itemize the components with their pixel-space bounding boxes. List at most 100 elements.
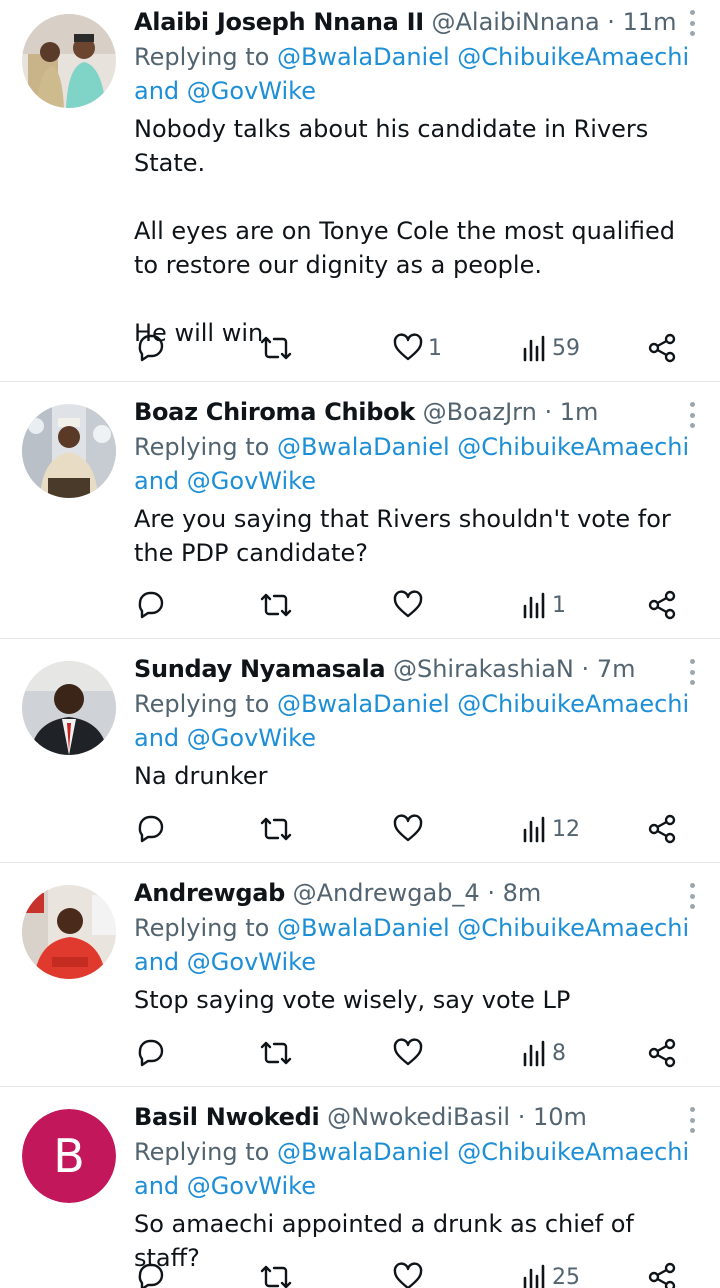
share-button[interactable] — [646, 328, 678, 368]
share-button[interactable] — [646, 1033, 678, 1073]
mention-link[interactable]: @ChibuikeAmaechi — [457, 690, 689, 718]
share-button[interactable] — [646, 809, 678, 849]
separator-dot: · — [581, 655, 590, 683]
retweet-button[interactable] — [258, 328, 294, 368]
reply-header: Andrewgab @Andrewgab_4 · 8m — [134, 877, 541, 909]
comment-icon — [138, 334, 164, 362]
avatar[interactable] — [22, 14, 116, 108]
replying-to: Replying to @BwalaDaniel @ChibuikeAmaech… — [134, 430, 689, 498]
timestamp[interactable]: 8m — [503, 879, 542, 907]
replying-to-label: Replying to — [134, 914, 270, 942]
timestamp[interactable]: 7m — [597, 655, 636, 683]
heart-icon — [393, 590, 423, 618]
mention-link[interactable]: @GovWike — [187, 724, 316, 752]
avatar[interactable] — [22, 404, 116, 498]
user-handle[interactable]: @ShirakashiaN — [393, 655, 574, 683]
more-options-icon[interactable] — [682, 1107, 702, 1133]
mention-link[interactable]: @ChibuikeAmaechi — [457, 914, 689, 942]
more-options-icon[interactable] — [682, 883, 702, 909]
avatar[interactable] — [22, 661, 116, 755]
more-options-icon[interactable] — [682, 659, 702, 685]
timestamp[interactable]: 11m — [623, 8, 677, 36]
and-label: and — [134, 1172, 180, 1200]
comment-icon — [138, 815, 164, 843]
view-count: 12 — [552, 816, 580, 842]
heart-icon — [393, 333, 423, 361]
like-button[interactable] — [392, 809, 428, 849]
like-button[interactable] — [392, 1257, 428, 1288]
retweet-button[interactable] — [258, 585, 294, 625]
mention-link[interactable]: @BwalaDaniel — [277, 914, 450, 942]
display-name[interactable]: Boaz Chiroma Chibok — [134, 398, 415, 426]
user-handle[interactable]: @NwokediBasil — [327, 1103, 510, 1131]
and-label: and — [134, 77, 180, 105]
reply-button[interactable] — [134, 809, 166, 849]
reply-item[interactable]: B Basil Nwokedi @NwokediBasil · 10m Repl… — [0, 1087, 720, 1288]
display-name[interactable]: Andrewgab — [134, 879, 285, 907]
views-button[interactable]: 25 — [522, 1257, 580, 1288]
views-button[interactable]: 1 — [522, 585, 566, 625]
mention-link[interactable]: @GovWike — [187, 948, 316, 976]
reply-paragraph: Na drunker — [134, 762, 268, 790]
timestamp[interactable]: 1m — [560, 398, 599, 426]
share-icon — [648, 333, 676, 363]
like-button[interactable] — [392, 585, 428, 625]
mention-link[interactable]: @GovWike — [187, 467, 316, 495]
like-button[interactable] — [392, 1033, 428, 1073]
and-label: and — [134, 948, 180, 976]
avatar-letter: B — [22, 1109, 116, 1203]
timestamp[interactable]: 10m — [533, 1103, 587, 1131]
view-count: 1 — [552, 592, 566, 618]
reply-header: Sunday Nyamasala @ShirakashiaN · 7m — [134, 653, 635, 685]
reply-header: Basil Nwokedi @NwokediBasil · 10m — [134, 1101, 587, 1133]
mention-link[interactable]: @BwalaDaniel — [277, 43, 450, 71]
views-button[interactable]: 12 — [522, 809, 580, 849]
view-count: 25 — [552, 1264, 580, 1288]
reply-button[interactable] — [134, 585, 166, 625]
reply-text: Stop saying vote wisely, say vote LP — [134, 983, 570, 1017]
more-options-icon[interactable] — [682, 10, 702, 36]
share-icon — [648, 590, 676, 620]
mention-link[interactable]: @ChibuikeAmaechi — [457, 433, 689, 461]
separator-dot: · — [544, 398, 553, 426]
views-button[interactable]: 8 — [522, 1033, 566, 1073]
mention-link[interactable]: @ChibuikeAmaechi — [457, 43, 689, 71]
reply-paragraph: Stop saying vote wisely, say vote LP — [134, 986, 571, 1014]
mention-link[interactable]: @GovWike — [187, 77, 316, 105]
and-label: and — [134, 467, 180, 495]
reply-item[interactable]: Sunday Nyamasala @ShirakashiaN · 7m Repl… — [0, 639, 720, 863]
reply-button[interactable] — [134, 1033, 166, 1073]
views-button[interactable]: 59 — [522, 328, 580, 368]
avatar[interactable]: B — [22, 1109, 116, 1203]
user-handle[interactable]: @Andrewgab_4 — [293, 879, 480, 907]
reply-paragraph: Are you saying that Rivers shouldn't vot… — [134, 505, 671, 567]
retweet-button[interactable] — [258, 1257, 294, 1288]
share-button[interactable] — [646, 585, 678, 625]
replying-to-label: Replying to — [134, 1138, 270, 1166]
reply-item[interactable]: Andrewgab @Andrewgab_4 · 8m Replying to … — [0, 863, 720, 1087]
share-button[interactable] — [646, 1257, 678, 1288]
like-button[interactable]: 1 — [392, 328, 442, 368]
reply-item[interactable]: Alaibi Joseph Nnana II @AlaibiNnana · 11… — [0, 0, 720, 382]
reply-item[interactable]: Boaz Chiroma Chibok @BoazJrn · 1m Replyi… — [0, 382, 720, 639]
more-options-icon[interactable] — [682, 402, 702, 428]
mention-link[interactable]: @BwalaDaniel — [277, 433, 450, 461]
mention-link[interactable]: @BwalaDaniel — [277, 690, 450, 718]
mention-link[interactable]: @ChibuikeAmaechi — [457, 1138, 689, 1166]
mention-link[interactable]: @GovWike — [187, 1172, 316, 1200]
display-name[interactable]: Basil Nwokedi — [134, 1103, 320, 1131]
avatar[interactable] — [22, 885, 116, 979]
retweet-icon — [260, 593, 292, 617]
reply-text: Are you saying that Rivers shouldn't vot… — [134, 502, 694, 570]
user-handle[interactable]: @AlaibiNnana — [432, 8, 600, 36]
user-handle[interactable]: @BoazJrn — [423, 398, 537, 426]
retweet-icon — [260, 1265, 292, 1288]
retweet-button[interactable] — [258, 1033, 294, 1073]
reply-button[interactable] — [134, 328, 166, 368]
retweet-button[interactable] — [258, 809, 294, 849]
mention-link[interactable]: @BwalaDaniel — [277, 1138, 450, 1166]
reply-paragraph: All eyes are on Tonye Cole the most qual… — [134, 217, 676, 279]
display-name[interactable]: Alaibi Joseph Nnana II — [134, 8, 424, 36]
display-name[interactable]: Sunday Nyamasala — [134, 655, 386, 683]
reply-button[interactable] — [134, 1257, 166, 1288]
